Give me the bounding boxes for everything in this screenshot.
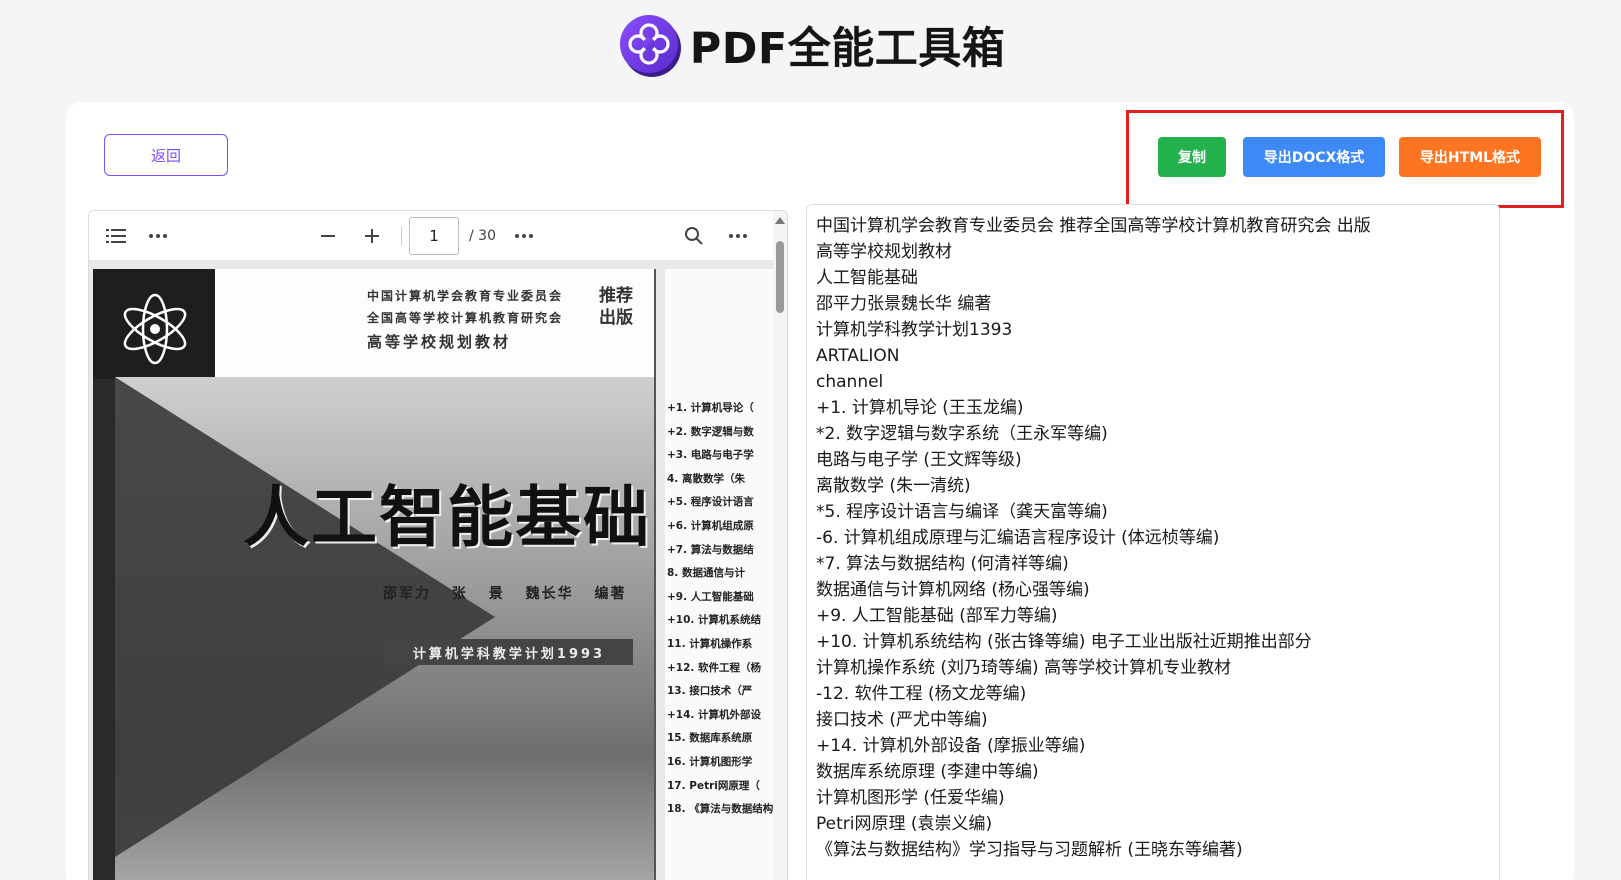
zoom-out-icon[interactable]	[315, 211, 341, 261]
text-line: 离散数学 (朱一清统)	[816, 476, 971, 496]
text-line: 计算机学科教学计划1393	[816, 320, 1013, 340]
text-line: *2. 数字逻辑与数字系统（王永军等编)	[816, 424, 1108, 444]
export-actions-highlight: 复制 导出DOCX格式 导出HTML格式	[1126, 110, 1564, 208]
text-line: 数据通信与计算机网络 (杨心强等编)	[816, 580, 1090, 600]
toc-item: +7. 算法与数据结	[667, 543, 754, 556]
cover-publisher-line: 中国计算机学会教育专业委员会	[367, 289, 564, 303]
toc-item: +10. 计算机系统结	[667, 614, 762, 627]
toc-item: 8. 数据通信与计	[667, 567, 745, 580]
text-line: 高等学校规划教材	[816, 242, 952, 262]
text-line: -6. 计算机组成原理与汇编语言程序设计 (体远桢等编)	[816, 528, 1220, 548]
text-line: +1. 计算机导论 (王玉龙编)	[816, 398, 1024, 418]
text-line: +9. 人工智能基础 (部军力等编)	[816, 606, 1058, 626]
toc-item: +5. 程序设计语言	[667, 496, 754, 509]
cover-tag-line: 推荐	[599, 286, 633, 306]
search-icon[interactable]	[681, 211, 707, 261]
pdf-page-cover: 中国计算机学会教育专业委员会 全国高等学校计算机教育研究会 推荐 出版 高等学校…	[93, 269, 656, 880]
text-line: Petri网原理 (袁崇义编)	[816, 814, 993, 834]
toc-item: 11. 计算机操作系	[667, 637, 753, 650]
app-header: PDF全能工具箱	[0, 0, 1621, 96]
toc-item: +2. 数字逻辑与数	[667, 425, 754, 438]
main-card: 返回 复制 导出DOCX格式 导出HTML格式 / 30	[66, 102, 1574, 880]
zoom-in-icon[interactable]	[359, 211, 385, 261]
cover-publisher-line: 全国高等学校计算机教育研究会	[367, 311, 564, 325]
export-docx-button[interactable]: 导出DOCX格式	[1243, 137, 1385, 177]
cover-publisher: 中国计算机学会教育专业委员会 全国高等学校计算机教育研究会	[367, 285, 563, 329]
text-line: *7. 算法与数据结构 (何清祥等编)	[816, 554, 1069, 574]
toc-item: +14. 计算机外部设	[667, 708, 762, 721]
page2-toc-list: +1. 计算机导论（ +2. 数字逻辑与数 +3. 电路与电子学 4. 离散数学（朱 +…	[667, 397, 773, 822]
pdf-page-contents: +1. 计算机导论（ +2. 数字逻辑与数 +3. 电路与电子学 4. 离散数学（朱 +…	[665, 269, 775, 880]
more-options-icon[interactable]	[511, 211, 537, 261]
toc-item: +12. 软件工程（杨	[667, 661, 762, 674]
toc-item: 15. 数据库系统原	[667, 732, 753, 745]
more-options-icon[interactable]	[725, 211, 751, 261]
viewer-scrollbar[interactable]	[773, 211, 787, 880]
cover-left-bar	[93, 379, 115, 880]
cover-series: 高等学校规划教材	[367, 333, 512, 351]
cover-publisher-tag: 推荐 出版	[599, 285, 633, 329]
text-line: 计算机操作系统 (刘乃琦等编) 高等学校计算机专业教材	[816, 658, 1232, 678]
text-line: +10. 计算机系统结构 (张古锋等编) 电子工业出版社近期推出部分	[816, 632, 1312, 652]
copy-button[interactable]: 复制	[1158, 137, 1226, 177]
extracted-text-panel[interactable]: 中国计算机学会教育专业委员会 推荐全国高等学校计算机教育研究会 出版 高等学校规划…	[806, 204, 1500, 880]
cover-tag-line: 出版	[599, 308, 633, 328]
text-line: 《算法与数据结构》学习指导与习题解析 (王晓东等编著)	[816, 840, 1243, 860]
brand: PDF全能工具箱	[616, 11, 1006, 79]
text-line: 数据库系统原理 (李建中等编)	[816, 762, 1039, 782]
text-line: +14. 计算机外部设备 (摩振业等编)	[816, 736, 1086, 756]
scroll-thumb[interactable]	[776, 241, 784, 313]
pdf-pages-area[interactable]: 中国计算机学会教育专业委员会 全国高等学校计算机教育研究会 推荐 出版 高等学校…	[89, 261, 775, 880]
pdf-toolbar: / 30	[89, 211, 787, 261]
cover-authors: 邵军力 张 景 魏长华 编著	[383, 586, 627, 602]
toc-item: 18. 《算法与数据结构	[667, 803, 774, 816]
text-line: 电路与电子学 (王文辉等级)	[816, 450, 1022, 470]
atom-icon	[123, 293, 187, 365]
toc-item: 4. 离散数学（朱	[667, 472, 745, 485]
toc-item: +3. 电路与电子学	[667, 449, 754, 462]
app-title: PDF全能工具箱	[689, 24, 1006, 74]
flower-logo-icon	[619, 15, 681, 77]
text-line: -12. 软件工程 (杨文龙等编)	[816, 684, 1027, 704]
more-options-icon[interactable]	[145, 211, 171, 261]
text-line: *5. 程序设计语言与编译（龚天富等编)	[816, 502, 1108, 522]
back-button[interactable]: 返回	[104, 134, 228, 176]
toc-item: +6. 计算机组成原	[667, 519, 754, 532]
sidebar-toggle-icon[interactable]	[103, 211, 129, 261]
text-line: 邵平力张景魏长华 编著	[816, 294, 992, 314]
text-line: 接口技术 (严尤中等编)	[816, 710, 988, 730]
cover-title: 人工智能基础	[243, 479, 651, 556]
toc-item: 17. Petri网原理（	[667, 779, 760, 792]
text-line: 人工智能基础	[816, 268, 918, 288]
cover-plan: 计算机学科教学计划1993	[385, 639, 633, 665]
text-line: 计算机图形学 (任爱华编)	[816, 788, 1005, 808]
page-total: / 30	[469, 228, 496, 244]
text-line: 中国计算机学会教育专业委员会 推荐全国高等学校计算机教育研究会 出版	[816, 216, 1371, 236]
text-line: channel	[816, 372, 884, 392]
toc-item: 13. 接口技术（严	[667, 685, 753, 698]
toc-item: +1. 计算机导论（	[667, 402, 754, 414]
page-number-input[interactable]	[409, 217, 459, 255]
text-line: ARTALION	[816, 346, 900, 366]
toolbar-divider	[401, 226, 402, 246]
toc-item: 16. 计算机图形学	[667, 755, 753, 768]
scroll-up-arrow-icon[interactable]	[775, 217, 785, 224]
cover-triangle	[115, 377, 495, 857]
export-html-button[interactable]: 导出HTML格式	[1399, 137, 1541, 177]
pdf-viewer: / 30	[88, 210, 788, 880]
toc-item: +9. 人工智能基础	[667, 590, 754, 603]
